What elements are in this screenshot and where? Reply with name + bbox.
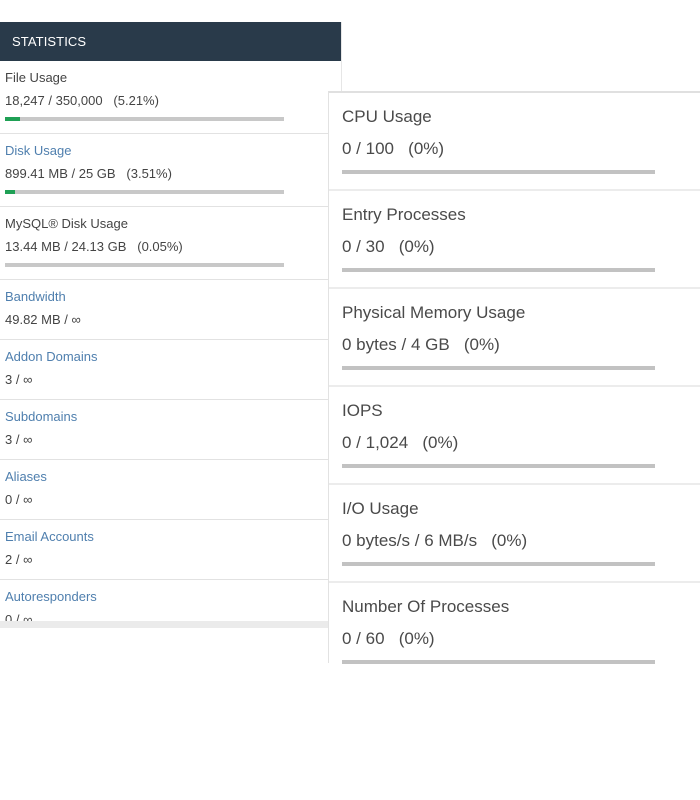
usage-progress-bar: [5, 263, 284, 267]
resource-item-io-usage: I/O Usage 0 bytes/s / 6 MB/s (0%): [329, 485, 700, 583]
usage-progress-fill: [5, 190, 15, 194]
stat-link[interactable]: Bandwidth: [5, 288, 323, 306]
resource-progress-bar: [342, 464, 655, 468]
stat-value: 13.44 MB / 24.13 GB (0.05%): [5, 239, 183, 254]
stat-label: MySQL® Disk Usage: [5, 216, 128, 231]
resource-value: 0 bytes/s / 6 MB/s (0%): [342, 531, 528, 550]
resource-label: CPU Usage: [342, 107, 432, 126]
statistics-panel: STATISTICS File Usage 18,247 / 350,000 (…: [0, 22, 342, 628]
stat-value: 49.82 MB / ∞: [5, 312, 81, 327]
resource-label: I/O Usage: [342, 499, 419, 518]
stat-link[interactable]: Email Accounts: [5, 528, 323, 546]
stat-value: 3 / ∞: [5, 372, 33, 387]
resource-progress-bar: [342, 268, 655, 272]
stat-item-email-accounts[interactable]: Email Accounts 2 / ∞: [0, 520, 328, 580]
statistics-scrollbar[interactable]: [0, 621, 328, 628]
stat-value: 0 / ∞: [5, 492, 33, 507]
stat-value: 0 / ∞: [5, 612, 33, 621]
stat-item-aliases[interactable]: Aliases 0 / ∞: [0, 460, 328, 520]
resource-value: 0 bytes / 4 GB (0%): [342, 335, 500, 354]
resource-progress-bar: [342, 366, 655, 370]
stat-link[interactable]: Aliases: [5, 468, 323, 486]
resource-item-iops: IOPS 0 / 1,024 (0%): [329, 387, 700, 485]
stat-label: File Usage: [5, 70, 68, 85]
stat-link[interactable]: Subdomains: [5, 408, 323, 426]
stat-item-autoresponders[interactable]: Autoresponders 0 / ∞: [0, 580, 328, 621]
usage-progress-bar: [5, 117, 284, 121]
resource-usage-panel: CPU Usage 0 / 100 (0%) Entry Processes 0…: [328, 91, 700, 664]
usage-progress-fill: [5, 117, 20, 121]
resource-progress-bar: [342, 660, 655, 664]
stat-value: 18,247 / 350,000 (5.21%): [5, 93, 159, 108]
resource-value: 0 / 100 (0%): [342, 139, 445, 158]
stat-value: 2 / ∞: [5, 552, 33, 567]
stat-link[interactable]: Autoresponders: [5, 588, 323, 606]
resource-label: Number Of Processes: [342, 597, 510, 616]
statistics-list: File Usage 18,247 / 350,000 (5.21%) Disk…: [0, 61, 328, 621]
stat-item-bandwidth[interactable]: Bandwidth 49.82 MB / ∞: [0, 280, 328, 340]
statistics-header: STATISTICS: [0, 22, 341, 61]
resource-value: 0 / 60 (0%): [342, 629, 435, 648]
stat-value: 899.41 MB / 25 GB (3.51%): [5, 166, 172, 181]
resource-item-physical-memory: Physical Memory Usage 0 bytes / 4 GB (0%…: [329, 289, 700, 387]
resource-label: IOPS: [342, 401, 383, 420]
stat-item-subdomains[interactable]: Subdomains 3 / ∞: [0, 400, 328, 460]
resource-value: 0 / 1,024 (0%): [342, 433, 459, 452]
resource-label: Entry Processes: [342, 205, 466, 224]
resource-value: 0 / 30 (0%): [342, 237, 435, 256]
resource-label: Physical Memory Usage: [342, 303, 526, 322]
stat-item-mysql-disk-usage: MySQL® Disk Usage 13.44 MB / 24.13 GB (0…: [0, 207, 328, 280]
stat-value: 3 / ∞: [5, 432, 33, 447]
resource-item-number-of-processes: Number Of Processes 0 / 60 (0%): [329, 583, 700, 681]
resource-item-cpu-usage: CPU Usage 0 / 100 (0%): [329, 93, 700, 191]
stat-link[interactable]: Addon Domains: [5, 348, 323, 366]
resource-progress-bar: [342, 170, 655, 174]
stat-item-disk-usage[interactable]: Disk Usage 899.41 MB / 25 GB (3.51%): [0, 134, 328, 207]
stat-item-file-usage: File Usage 18,247 / 350,000 (5.21%): [0, 61, 328, 134]
resource-progress-bar: [342, 562, 655, 566]
stat-link[interactable]: Disk Usage: [5, 142, 323, 160]
resource-item-entry-processes: Entry Processes 0 / 30 (0%): [329, 191, 700, 289]
usage-progress-bar: [5, 190, 284, 194]
stat-item-addon-domains[interactable]: Addon Domains 3 / ∞: [0, 340, 328, 400]
